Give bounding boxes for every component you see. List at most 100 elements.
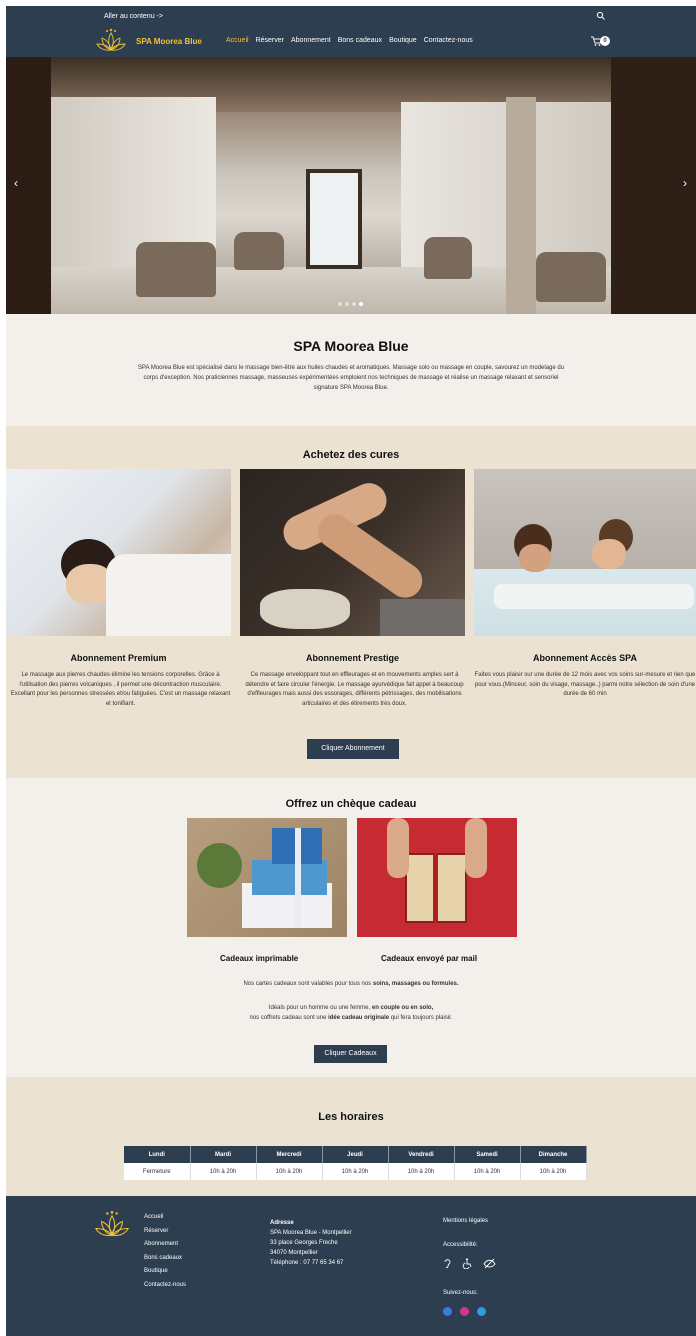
- hours-value-row: Fermeture 10h à 20h 10h à 20h 10h à 20h …: [124, 1163, 587, 1180]
- twitter-icon[interactable]: [477, 1307, 486, 1316]
- acces-spa-text: Faites vous plaisir sur une durée de 12 …: [474, 672, 696, 697]
- footer-link-boutique[interactable]: Boutique: [144, 1265, 186, 1279]
- footer-link-abonnement[interactable]: Abonnement: [144, 1238, 186, 1252]
- hours-cell: 10h à 20h: [388, 1163, 455, 1180]
- hours-cell: 10h à 20h: [322, 1163, 389, 1180]
- acces-spa-card-image: [474, 469, 696, 636]
- prestige-text: Ce massage enveloppant tout en effleurag…: [245, 672, 464, 707]
- address-title: Adresse: [270, 1220, 294, 1226]
- hero-armchair: [424, 237, 472, 279]
- abonnement-button[interactable]: Cliquer Abonnement: [307, 739, 399, 759]
- hero-slide-dots: [338, 302, 363, 306]
- instagram-icon[interactable]: [460, 1307, 469, 1316]
- nav-item-contact[interactable]: Contactez-nous: [424, 37, 473, 44]
- lotus-logo-icon[interactable]: [94, 1210, 130, 1240]
- nav-item-accueil[interactable]: Accueil: [226, 37, 249, 44]
- site-footer: Accueil Réserver Abonnement Bons cadeaux…: [6, 1196, 696, 1336]
- hours-cell: 10h à 20h: [520, 1163, 587, 1180]
- gift-text-3b: idée cadeau originale: [328, 1015, 390, 1021]
- slide-dot[interactable]: [338, 302, 342, 306]
- follow-label: Suivez-nous:: [443, 1290, 478, 1296]
- hours-cell: 10h à 20h: [454, 1163, 521, 1180]
- nav-item-abonnement[interactable]: Abonnement: [291, 37, 331, 44]
- gift-title: Offrez un chèque cadeau: [285, 798, 417, 810]
- legal-link[interactable]: Mentions légales: [443, 1218, 488, 1224]
- cures-section: Achetez des cures Abonnement Premium Abo…: [6, 426, 696, 778]
- acces-spa-title: Abonnement Accès SPA: [532, 653, 638, 663]
- gift-section: Offrez un chèque cadeau Cadeaux imprimab…: [6, 778, 696, 1077]
- slide-dot[interactable]: [352, 302, 356, 306]
- hours-cell: 10h à 20h: [256, 1163, 323, 1180]
- gift-text-3c: qui fera toujours plaisir.: [389, 1015, 453, 1021]
- nav-item-boutique[interactable]: Boutique: [389, 37, 417, 44]
- site-header: Aller au contenu -> SPA Moorea Blue Accu…: [6, 6, 696, 57]
- gift-text-1a: Nos cartes cadeaux sont valables pour to…: [243, 981, 373, 987]
- day-header: Jeudi: [322, 1146, 389, 1163]
- hero-prev-arrow[interactable]: ‹: [14, 176, 18, 190]
- footer-link-accueil[interactable]: Accueil: [144, 1211, 186, 1225]
- footer-link-bons-cadeaux[interactable]: Bons cadeaux: [144, 1252, 186, 1266]
- gift-text-2a: Idéals pour un homme ou une femme,: [268, 1005, 372, 1011]
- hearing-icon[interactable]: [443, 1258, 452, 1269]
- slide-dot-active[interactable]: [359, 302, 363, 306]
- accessibility-label: Accessibilité:: [443, 1242, 478, 1248]
- hero-armchair: [136, 242, 216, 297]
- premium-text: Le massage aux pierres chaudes élimine l…: [10, 672, 231, 707]
- hero-armchair: [234, 232, 284, 270]
- social-icons: [443, 1307, 486, 1316]
- lotus-logo-icon[interactable]: [96, 28, 126, 54]
- intro-text: SPA Moorea Blue est spécialisé dans le m…: [137, 365, 565, 391]
- nav-item-reserver[interactable]: Réserver: [256, 37, 284, 44]
- gift-text-2b: en couple ou en solo,: [371, 1005, 434, 1011]
- cures-title: Achetez des cures: [302, 449, 400, 461]
- gift-text-1b: soins, massages ou formules.: [372, 981, 459, 987]
- facebook-icon[interactable]: [443, 1307, 452, 1316]
- hours-table: Lundi Mardi Mercredi Jeudi Vendredi Same…: [124, 1146, 587, 1180]
- intro-title: SPA Moorea Blue: [293, 338, 409, 354]
- skip-to-content-link[interactable]: Aller au contenu ->: [104, 13, 163, 20]
- hero-pillar-middle: [506, 97, 536, 314]
- main-nav: Accueil Réserver Abonnement Bons cadeaux…: [226, 37, 473, 44]
- low-vision-icon[interactable]: [483, 1258, 496, 1269]
- hours-header-row: Lundi Mardi Mercredi Jeudi Vendredi Same…: [124, 1146, 587, 1163]
- hero-slider: [6, 57, 696, 314]
- gift-text-line-3: nos coffrets cadeau sont une idée cadeau…: [6, 1013, 696, 1023]
- address-line: 33 place Georges Freche: [270, 1240, 338, 1246]
- printable-gift-image: [187, 818, 347, 937]
- day-header: Mercredi: [256, 1146, 323, 1163]
- footer-links: Accueil Réserver Abonnement Bons cadeaux…: [144, 1211, 186, 1292]
- footer-link-reserver[interactable]: Réserver: [144, 1225, 186, 1239]
- cadeaux-button[interactable]: Cliquer Cadeaux: [314, 1045, 387, 1063]
- gift-text-line-2: Idéals pour un homme ou une femme, en co…: [6, 1003, 696, 1013]
- footer-address: Adresse SPA Moorea Blue - Montpellier 33…: [270, 1218, 352, 1268]
- nav-item-bons-cadeaux[interactable]: Bons cadeaux: [338, 37, 382, 44]
- day-header: Dimanche: [520, 1146, 587, 1163]
- hours-cell: Fermeture: [124, 1163, 191, 1180]
- wheelchair-icon[interactable]: [462, 1258, 473, 1269]
- email-gift-title: Cadeaux envoyé par mail: [381, 954, 478, 963]
- prestige-title: Abonnement Prestige: [305, 653, 399, 663]
- hero-next-arrow[interactable]: ›: [683, 176, 687, 190]
- premium-card-image: [6, 469, 231, 636]
- email-gift-image: [357, 818, 517, 937]
- brand-name[interactable]: SPA Moorea Blue: [136, 37, 202, 46]
- hero-armchair: [536, 252, 606, 302]
- day-header: Samedi: [454, 1146, 521, 1163]
- hero-pillar-left: [6, 57, 51, 314]
- hours-title: Les horaires: [318, 1111, 384, 1123]
- address-line: SPA Moorea Blue - Montpellier: [270, 1230, 352, 1236]
- address-line: 34070 Montpellier: [270, 1250, 318, 1256]
- day-header: Lundi: [124, 1146, 191, 1163]
- gift-text-3a: nos coffrets cadeau sont une: [249, 1015, 329, 1021]
- slide-dot[interactable]: [345, 302, 349, 306]
- intro-section: SPA Moorea Blue SPA Moorea Blue est spéc…: [6, 314, 696, 426]
- hero-door: [306, 169, 362, 269]
- gift-text-line-1: Nos cartes cadeaux sont valables pour to…: [6, 979, 696, 989]
- premium-title: Abonnement Premium: [70, 653, 167, 663]
- day-header: Vendredi: [388, 1146, 455, 1163]
- hours-section: Les horaires Lundi Mardi Mercredi Jeudi …: [6, 1077, 696, 1196]
- day-header: Mardi: [190, 1146, 257, 1163]
- footer-link-contact[interactable]: Contactez-nous: [144, 1279, 186, 1293]
- cart-count-badge: 0: [600, 36, 610, 46]
- search-icon[interactable]: [596, 11, 606, 21]
